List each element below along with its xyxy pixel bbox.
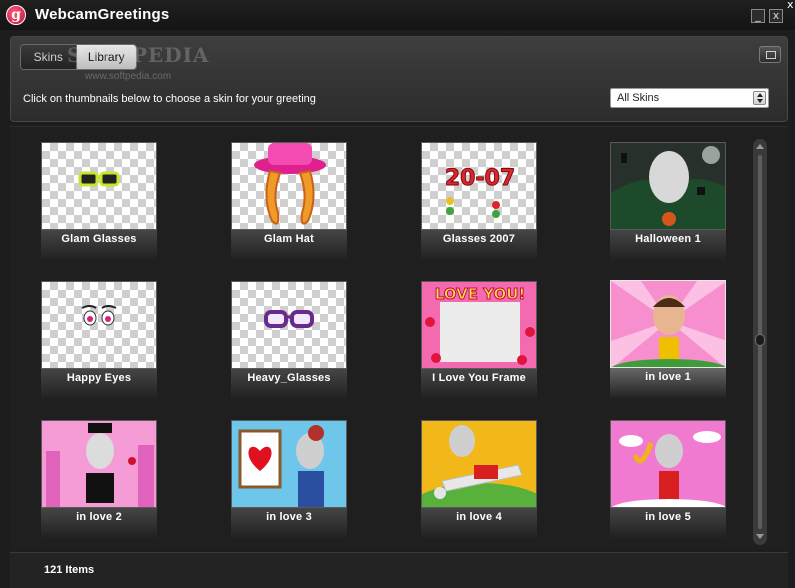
thumbnail-label: in love 1 <box>645 371 691 383</box>
in-love-4-scene-icon <box>422 421 536 507</box>
thumbnail-grid: Glam Glasses Glam Hat 20-07 Glasses 2007… <box>10 126 788 550</box>
window-title: WebcamGreetings <box>35 6 170 23</box>
corner-close-icon[interactable]: x <box>787 0 794 10</box>
thumbnail-glam-hat[interactable]: Glam Hat <box>231 142 347 262</box>
thumbnail-image: LOVE YOU! <box>421 281 537 369</box>
status-bar: 121 Items <box>10 552 788 588</box>
in-love-2-scene-icon <box>42 421 156 507</box>
thumbnail-label: I Love You Frame <box>432 372 526 384</box>
app-logo-icon: g <box>6 5 26 25</box>
thumbnail-label: Halloween 1 <box>635 233 701 245</box>
thumbnail-label: in love 3 <box>266 511 312 523</box>
window-mode-button[interactable] <box>759 46 781 63</box>
heavy-glasses-icon <box>264 310 314 328</box>
toolbar-panel: Skins Library SOFTPEDIA www.softpedia.co… <box>10 36 788 122</box>
glam-glasses-icon <box>78 171 120 187</box>
thumbnail-image <box>41 281 157 369</box>
thumbnail-i-love-you-frame[interactable]: LOVE YOU! I Love You Frame <box>421 281 537 401</box>
select-arrows-icon[interactable] <box>753 91 766 105</box>
love-frame-icon: LOVE YOU! <box>422 282 536 368</box>
instruction-text: Click on thumbnails below to choose a sk… <box>23 93 316 105</box>
thumbnail-label: in love 5 <box>645 511 691 523</box>
thumbnail-label: Glam Glasses <box>61 233 137 245</box>
glasses-2007-icon: 20-07 <box>444 166 516 218</box>
thumbnail-image <box>231 142 347 230</box>
thumbnail-image <box>610 420 726 508</box>
thumbnail-image <box>231 281 347 369</box>
halloween-scene-icon <box>611 143 725 229</box>
thumbnail-label: Heavy_Glasses <box>247 372 331 384</box>
in-love-1-scene-icon <box>611 281 725 367</box>
close-button[interactable]: x <box>769 9 783 23</box>
in-love-3-scene-icon <box>232 421 346 507</box>
watermark-url: www.softpedia.com <box>85 71 172 82</box>
vertical-scrollbar[interactable] <box>753 139 767 545</box>
thumbnail-label: in love 2 <box>76 511 122 523</box>
scroll-thumb[interactable] <box>755 334 765 346</box>
tab-bar: Skins Library <box>20 44 137 70</box>
thumbnail-halloween-1[interactable]: Halloween 1 <box>610 142 726 262</box>
thumbnail-in-love-2[interactable]: in love 2 <box>41 420 157 540</box>
skin-filter-value: All Skins <box>617 92 660 104</box>
glasses-2007-overlay-text: 20-07 <box>445 166 515 191</box>
thumbnail-in-love-5[interactable]: in love 5 <box>610 420 726 540</box>
happy-eyes-icon <box>81 305 117 326</box>
title-bar[interactable]: g WebcamGreetings _ x x <box>0 0 795 30</box>
love-frame-overlay-text: LOVE YOU! <box>435 285 526 303</box>
thumbnail-image <box>421 420 537 508</box>
thumbnail-image <box>41 420 157 508</box>
thumbnail-in-love-4[interactable]: in love 4 <box>421 420 537 540</box>
thumbnail-image <box>610 280 726 368</box>
thumbnail-image <box>231 420 347 508</box>
thumbnail-image <box>610 142 726 230</box>
app-window: g WebcamGreetings _ x x Skins Library SO… <box>0 0 795 588</box>
tab-library[interactable]: Library <box>76 45 136 69</box>
scroll-down-icon[interactable] <box>755 532 765 542</box>
thumbnail-in-love-3[interactable]: in love 3 <box>231 420 347 540</box>
thumbnail-in-love-1[interactable]: in love 1 <box>610 280 726 400</box>
thumbnail-happy-eyes[interactable]: Happy Eyes <box>41 281 157 401</box>
minimize-button[interactable]: _ <box>751 9 765 23</box>
thumbnail-label: Happy Eyes <box>66 372 132 384</box>
in-love-5-scene-icon <box>611 421 725 507</box>
glam-hat-icon <box>254 143 326 225</box>
thumbnail-label: in love 4 <box>456 511 502 523</box>
thumbnail-label: Glasses 2007 <box>442 233 516 245</box>
scroll-up-icon[interactable] <box>755 142 765 152</box>
thumbnail-heavy-glasses[interactable]: Heavy_Glasses <box>231 281 347 401</box>
thumbnail-glam-glasses[interactable]: Glam Glasses <box>41 142 157 262</box>
skin-filter-select[interactable]: All Skins <box>610 88 769 108</box>
thumbnail-glasses-2007[interactable]: 20-07 Glasses 2007 <box>421 142 537 262</box>
thumbnail-image <box>41 142 157 230</box>
thumbnail-image: 20-07 <box>421 142 537 230</box>
thumbnail-label: Glam Hat <box>264 233 314 245</box>
tab-skins[interactable]: Skins <box>21 45 77 69</box>
item-count: 121 Items <box>44 564 95 576</box>
